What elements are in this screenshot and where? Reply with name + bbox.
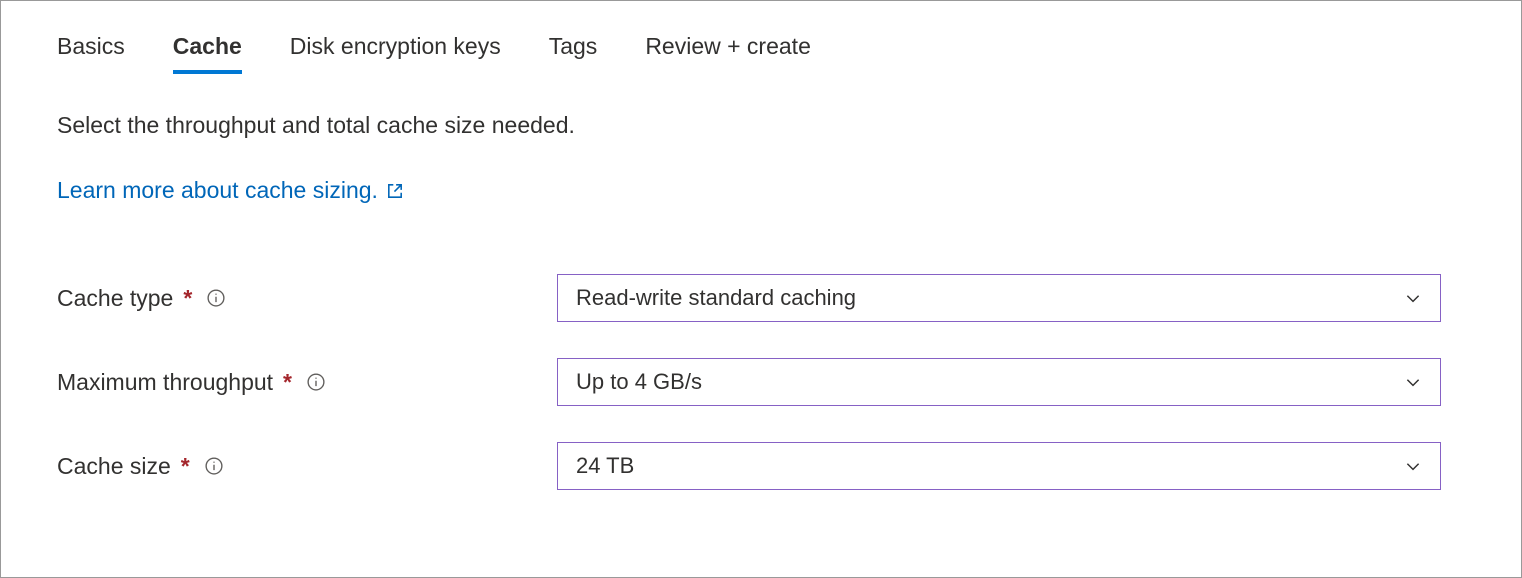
learn-more-link[interactable]: Learn more about cache sizing. [57, 177, 404, 204]
section-description: Select the throughput and total cache si… [57, 112, 1465, 139]
tab-cache[interactable]: Cache [173, 33, 242, 72]
max-throughput-dropdown[interactable]: Up to 4 GB/s [557, 358, 1441, 406]
label-max-throughput: Maximum throughput * [57, 369, 557, 396]
required-indicator: * [181, 453, 190, 480]
info-icon[interactable] [204, 456, 224, 476]
chevron-down-icon [1404, 289, 1422, 307]
tab-tags[interactable]: Tags [549, 33, 598, 72]
label-cache-type-text: Cache type [57, 285, 173, 312]
label-cache-size-text: Cache size [57, 453, 171, 480]
max-throughput-value: Up to 4 GB/s [576, 369, 702, 395]
external-link-icon [386, 182, 404, 200]
label-cache-size: Cache size * [57, 453, 557, 480]
label-max-throughput-text: Maximum throughput [57, 369, 273, 396]
row-cache-size: Cache size * 24 TB [57, 442, 1465, 490]
chevron-down-icon [1404, 457, 1422, 475]
cache-size-value: 24 TB [576, 453, 634, 479]
learn-more-text: Learn more about cache sizing. [57, 177, 378, 204]
required-indicator: * [283, 369, 292, 396]
tab-disk-encryption-keys[interactable]: Disk encryption keys [290, 33, 501, 72]
info-icon[interactable] [306, 372, 326, 392]
cache-size-dropdown[interactable]: 24 TB [557, 442, 1441, 490]
wizard-tabs: Basics Cache Disk encryption keys Tags R… [57, 33, 1465, 72]
cache-config-panel: Basics Cache Disk encryption keys Tags R… [0, 0, 1522, 578]
required-indicator: * [183, 285, 192, 312]
chevron-down-icon [1404, 373, 1422, 391]
tab-review-create[interactable]: Review + create [645, 33, 811, 72]
tab-basics[interactable]: Basics [57, 33, 125, 72]
cache-type-dropdown[interactable]: Read-write standard caching [557, 274, 1441, 322]
label-cache-type: Cache type * [57, 285, 557, 312]
info-icon[interactable] [206, 288, 226, 308]
cache-type-value: Read-write standard caching [576, 285, 856, 311]
row-max-throughput: Maximum throughput * Up to 4 GB/s [57, 358, 1465, 406]
row-cache-type: Cache type * Read-write standard caching [57, 274, 1465, 322]
